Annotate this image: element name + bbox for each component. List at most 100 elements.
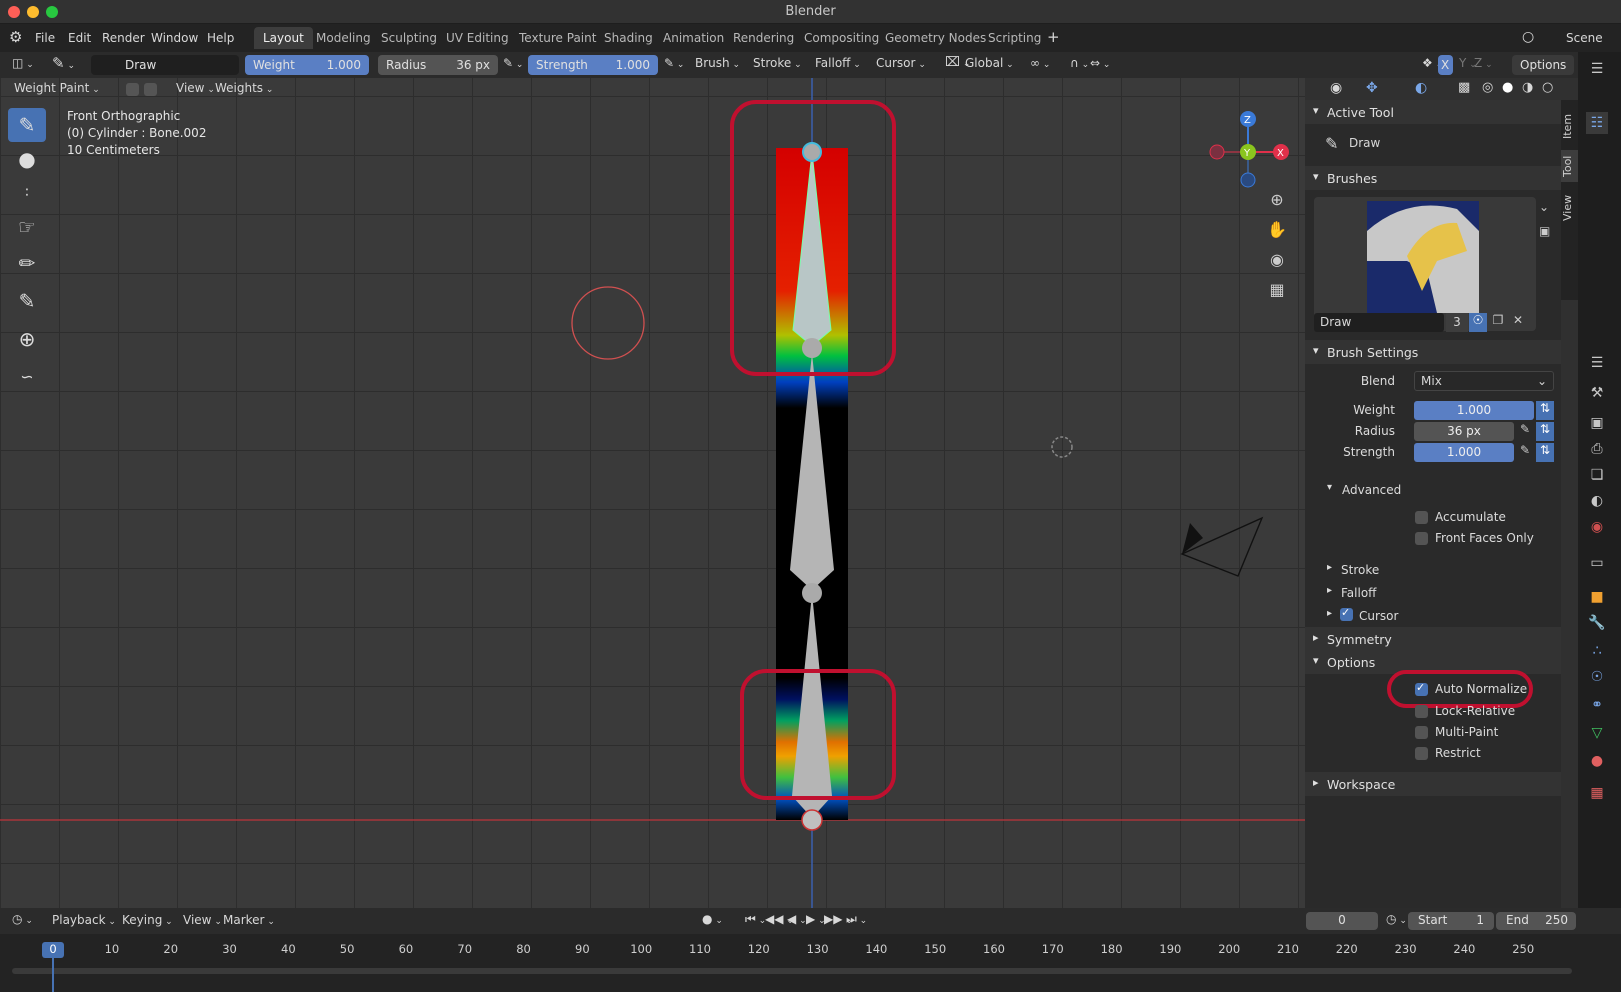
- options-dropdown[interactable]: Options: [1512, 55, 1574, 75]
- view-menu[interactable]: View: [176, 81, 215, 95]
- workspace-tab-shading[interactable]: Shading: [595, 27, 662, 49]
- material-properties-icon[interactable]: ●: [1586, 750, 1608, 772]
- gradient-tool-icon[interactable]: ✏: [8, 246, 46, 280]
- vertex-mask-toggle[interactable]: [144, 83, 157, 96]
- menu-file[interactable]: File: [35, 31, 55, 45]
- workspace-tab-scripting[interactable]: Scripting: [979, 27, 1050, 49]
- world-properties-icon[interactable]: ◉: [1586, 516, 1608, 538]
- scene-selector-icon[interactable]: ○: [1522, 29, 1534, 45]
- data-properties-icon[interactable]: ▽: [1586, 722, 1608, 744]
- strength-slider[interactable]: 1.000: [1414, 443, 1514, 462]
- texture-properties-icon[interactable]: ▦: [1586, 782, 1608, 804]
- properties-options-icon[interactable]: ☰: [1586, 352, 1608, 374]
- axis-z-toggle[interactable]: Z: [1474, 56, 1493, 70]
- workspace-tab-animation[interactable]: Animation: [654, 27, 733, 49]
- outliner-object-icon[interactable]: ☷: [1586, 112, 1608, 134]
- brush-preview-expand-icon[interactable]: ⌄: [1539, 200, 1549, 214]
- workspace-tab-sculpting[interactable]: Sculpting: [372, 27, 446, 49]
- workspace-tab-layout[interactable]: Layout: [254, 27, 313, 49]
- multi-paint-checkbox[interactable]: [1415, 726, 1428, 739]
- workspace-tab-uv-editing[interactable]: UV Editing: [437, 27, 518, 49]
- strength-unified-icon[interactable]: ⇅: [1536, 443, 1554, 462]
- blend-dropdown[interactable]: Mix ⌄: [1414, 371, 1554, 391]
- workspace-tab-geometry-nodes[interactable]: Geometry Nodes: [876, 27, 995, 49]
- physics-properties-icon[interactable]: ☉: [1586, 666, 1608, 688]
- unlink-brush-icon[interactable]: ✕: [1509, 313, 1527, 332]
- viewport-scene[interactable]: [0, 78, 1305, 908]
- brush-thumbnail[interactable]: [1367, 201, 1479, 313]
- stroke-subpanel[interactable]: Stroke: [1305, 559, 1561, 581]
- timeline-view-menu[interactable]: View: [183, 913, 222, 927]
- grid-perspective-icon[interactable]: ▦: [1265, 278, 1289, 302]
- 3d-viewport[interactable]: ✎ ● ∶ ☞ ✏ ✎ ⊕ ∽ Front Orthographic (0) C…: [0, 78, 1305, 908]
- jump-start-icon[interactable]: ⏮: [745, 912, 766, 927]
- header-strength-slider[interactable]: Strength 1.000: [528, 55, 658, 75]
- symmetry-panel-header[interactable]: Symmetry: [1305, 627, 1561, 651]
- workspace-tab-compositing[interactable]: Compositing: [795, 27, 888, 49]
- scene-name[interactable]: Scene: [1566, 31, 1603, 45]
- sample-weight-tool-icon[interactable]: ✎: [8, 284, 46, 318]
- brush-dropdown[interactable]: Brush: [695, 56, 740, 70]
- brush-name-field[interactable]: Draw: [91, 55, 239, 75]
- timeline-editor-type-icon[interactable]: ◷: [12, 912, 33, 926]
- restrict-checkbox[interactable]: [1415, 747, 1428, 760]
- strength-pressure-icon[interactable]: ✎: [664, 56, 684, 70]
- brush-image-icon[interactable]: ▣: [1539, 224, 1550, 238]
- radius-pressure-icon[interactable]: ✎: [503, 56, 523, 70]
- brush-settings-panel-header[interactable]: Brush Settings: [1305, 340, 1561, 364]
- accumulate-checkbox[interactable]: [1415, 511, 1428, 524]
- average-tool-icon[interactable]: ∶: [8, 176, 46, 210]
- advanced-subpanel[interactable]: Advanced: [1305, 479, 1561, 501]
- brush-users-count[interactable]: 3: [1446, 313, 1468, 332]
- auto-keying-icon[interactable]: ●: [702, 912, 723, 926]
- stroke-dropdown[interactable]: Stroke: [753, 56, 802, 70]
- draw-tool-icon[interactable]: ✎: [8, 108, 46, 142]
- duplicate-brush-icon[interactable]: ❐: [1489, 313, 1507, 332]
- navigation-gizmo[interactable]: Z X Y: [1203, 108, 1293, 198]
- radius-unified-icon[interactable]: ⇅: [1536, 422, 1554, 441]
- workspace-tab-modeling[interactable]: Modeling: [307, 27, 380, 49]
- annotate-tool-icon[interactable]: ∽: [8, 360, 46, 394]
- radius-slider[interactable]: 36 px: [1414, 422, 1514, 441]
- tool-properties-icon[interactable]: ⚒: [1586, 382, 1608, 404]
- face-mask-toggle[interactable]: [126, 83, 139, 96]
- menu-window[interactable]: Window: [151, 31, 198, 45]
- timeline-scrollbar[interactable]: [12, 968, 1572, 974]
- current-frame-field[interactable]: 0: [1306, 912, 1378, 930]
- weight-paint-mode-dropdown[interactable]: Weight Paint: [14, 81, 100, 95]
- menu-render[interactable]: Render: [102, 31, 145, 45]
- particle-properties-icon[interactable]: ∴: [1586, 640, 1608, 662]
- view-layer-properties-icon[interactable]: ❏: [1586, 464, 1608, 486]
- add-workspace-icon[interactable]: +: [1047, 28, 1060, 46]
- zoom-icon[interactable]: ⊕: [1265, 188, 1289, 212]
- cursor-dropdown[interactable]: Cursor: [876, 56, 926, 70]
- workspace-tab-texture-paint[interactable]: Texture Paint: [510, 27, 605, 49]
- workspace-panel-header[interactable]: Workspace: [1305, 772, 1561, 796]
- scene-properties-icon[interactable]: ◐: [1586, 490, 1608, 512]
- weight-unified-icon[interactable]: ⇅: [1536, 401, 1554, 420]
- blender-logo-icon[interactable]: ⚙: [9, 28, 22, 46]
- active-tool-panel-header[interactable]: Active Tool: [1305, 100, 1561, 124]
- play-icon[interactable]: ▶: [806, 912, 826, 926]
- fake-user-icon[interactable]: ☉: [1469, 313, 1487, 332]
- tab-item[interactable]: Item: [1561, 108, 1578, 144]
- workspace-tab-rendering[interactable]: Rendering: [724, 27, 803, 49]
- editor-type-dropdown[interactable]: ◫: [12, 56, 34, 70]
- axis-x-toggle[interactable]: X: [1438, 55, 1453, 75]
- start-frame-field[interactable]: Start 1: [1408, 912, 1494, 930]
- brush-datablock-name[interactable]: Draw: [1314, 313, 1444, 332]
- lock-relative-checkbox[interactable]: [1415, 705, 1428, 718]
- tab-tool[interactable]: Tool: [1561, 150, 1578, 182]
- camera-view-icon[interactable]: ◉: [1265, 248, 1289, 272]
- properties-editor-type-icon[interactable]: ☰: [1586, 58, 1608, 80]
- brush-preview-box[interactable]: [1314, 197, 1536, 331]
- cursor-checkbox[interactable]: [1340, 606, 1353, 621]
- cursor-tool-icon[interactable]: ⊕: [8, 322, 46, 356]
- smear-tool-icon[interactable]: ☞: [8, 210, 46, 244]
- marker-menu[interactable]: Marker: [223, 913, 275, 927]
- tab-view[interactable]: View: [1561, 190, 1578, 226]
- falloff-dropdown[interactable]: Falloff: [815, 56, 861, 70]
- play-reverse-icon[interactable]: ◀: [787, 912, 807, 926]
- blur-tool-icon[interactable]: ●: [8, 142, 46, 176]
- modifier-properties-icon[interactable]: 🔧: [1586, 612, 1608, 634]
